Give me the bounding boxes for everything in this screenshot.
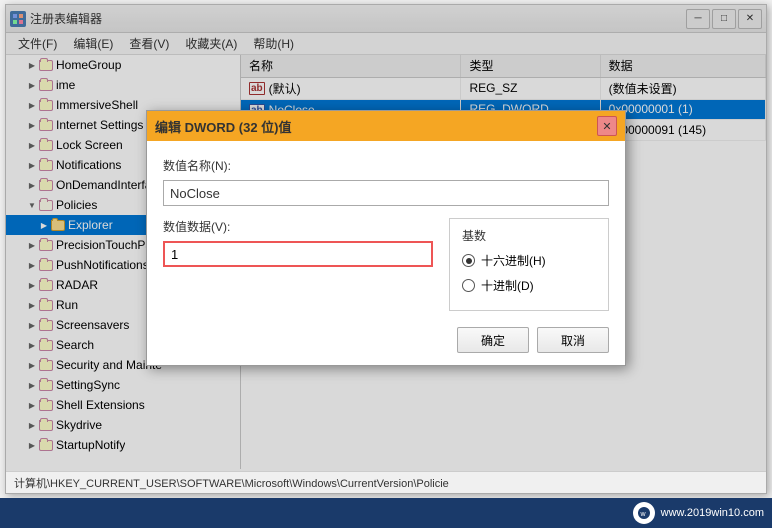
status-text: 计算机\HKEY_CURRENT_USER\SOFTWARE\Microsoft… (14, 475, 449, 491)
radio-dec[interactable]: 十进制(D) (462, 277, 596, 294)
watermark-text: www.2019win10.com (661, 507, 764, 519)
value-name-input[interactable] (163, 180, 609, 206)
watermark-logo: w (633, 502, 655, 524)
value-name-label: 数值名称(N): (163, 157, 609, 174)
dialog-title: 编辑 DWORD (32 位)值 (155, 117, 292, 136)
dialog-row: 数值数据(V): 基数 十六进制(H) 十进制(D) (163, 218, 609, 311)
cancel-button[interactable]: 取消 (537, 327, 609, 353)
svg-text:w: w (639, 511, 646, 518)
value-data-label: 数值数据(V): (163, 218, 433, 235)
dialog-overlay: 编辑 DWORD (32 位)值 ✕ 数值名称(N): 数值数据(V): 基数 (6, 5, 766, 471)
radio-hex[interactable]: 十六进制(H) (462, 252, 596, 269)
ok-button[interactable]: 确定 (457, 327, 529, 353)
base-label: 基数 (462, 227, 596, 244)
radio-hex-label: 十六进制(H) (481, 252, 546, 269)
value-data-input[interactable] (163, 241, 433, 267)
edit-dword-dialog: 编辑 DWORD (32 位)值 ✕ 数值名称(N): 数值数据(V): 基数 (146, 110, 626, 366)
base-section: 基数 十六进制(H) 十进制(D) (449, 218, 609, 311)
bottom-bar: w www.2019win10.com (0, 498, 772, 528)
dialog-buttons: 确定 取消 (163, 327, 609, 353)
radio-dec-label: 十进制(D) (481, 277, 534, 294)
status-bar: 计算机\HKEY_CURRENT_USER\SOFTWARE\Microsoft… (6, 471, 766, 493)
dialog-title-bar: 编辑 DWORD (32 位)值 ✕ (147, 111, 625, 141)
radio-dec-circle (462, 279, 475, 292)
radio-hex-circle (462, 254, 475, 267)
registry-editor-window: 注册表编辑器 ─ □ ✕ 文件(F) 编辑(E) 查看(V) 收藏夹(A) 帮助… (5, 4, 767, 494)
dialog-body: 数值名称(N): 数值数据(V): 基数 十六进制(H) (147, 141, 625, 365)
dialog-close-button[interactable]: ✕ (597, 116, 617, 136)
dialog-left: 数值数据(V): (163, 218, 433, 311)
watermark: w www.2019win10.com (633, 502, 772, 524)
